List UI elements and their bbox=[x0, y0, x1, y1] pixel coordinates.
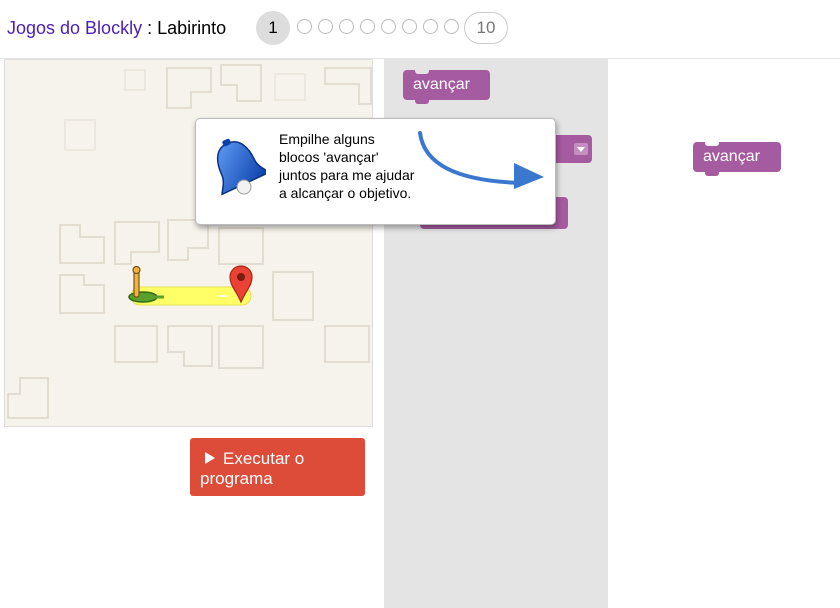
toolbox-block-turn[interactable] bbox=[552, 135, 592, 163]
level-4-dot[interactable] bbox=[339, 19, 354, 34]
hint-text: Empilhe alguns blocos 'avançar' juntos p… bbox=[279, 131, 415, 201]
hint-bubble: Empilhe alguns blocos 'avançar' juntos p… bbox=[195, 118, 556, 225]
header: Jogos do Blockly : Labirinto 1 10 bbox=[0, 0, 840, 59]
level-8-dot[interactable] bbox=[423, 19, 438, 34]
maze-background bbox=[7, 64, 372, 419]
workspace-block-move-forward[interactable]: avançar bbox=[693, 142, 781, 176]
title-separator: : bbox=[142, 18, 158, 38]
goal-marker-icon bbox=[229, 265, 253, 304]
run-button-label: Executar o programa bbox=[200, 449, 305, 488]
game-name: Labirinto bbox=[157, 18, 227, 38]
run-program-button[interactable]: Executar o programa bbox=[190, 438, 365, 496]
level-5-dot[interactable] bbox=[360, 19, 375, 34]
workspace[interactable]: avançar bbox=[608, 59, 840, 608]
level-7-dot[interactable] bbox=[402, 19, 417, 34]
level-6-dot[interactable] bbox=[381, 19, 396, 34]
play-icon bbox=[205, 452, 215, 464]
level-10-button[interactable]: 10 bbox=[464, 12, 508, 44]
level-1-button[interactable]: 1 bbox=[256, 11, 290, 45]
maze-canvas bbox=[4, 59, 373, 427]
games-home-link[interactable]: Jogos do Blockly bbox=[7, 18, 142, 38]
arrow-icon bbox=[418, 131, 544, 189]
dropdown-caret-icon[interactable] bbox=[574, 143, 588, 155]
toolbox-block-move-forward[interactable]: avançar bbox=[403, 70, 490, 104]
level-3-dot[interactable] bbox=[318, 19, 333, 34]
start-marker-icon bbox=[128, 265, 164, 303]
block-label: avançar bbox=[413, 76, 470, 93]
level-9-dot[interactable] bbox=[444, 19, 459, 34]
block-label: avançar bbox=[703, 148, 760, 165]
level-2-dot[interactable] bbox=[297, 19, 312, 34]
bell-icon bbox=[216, 138, 266, 196]
page-title: Jogos do Blockly : Labirinto bbox=[7, 17, 226, 39]
